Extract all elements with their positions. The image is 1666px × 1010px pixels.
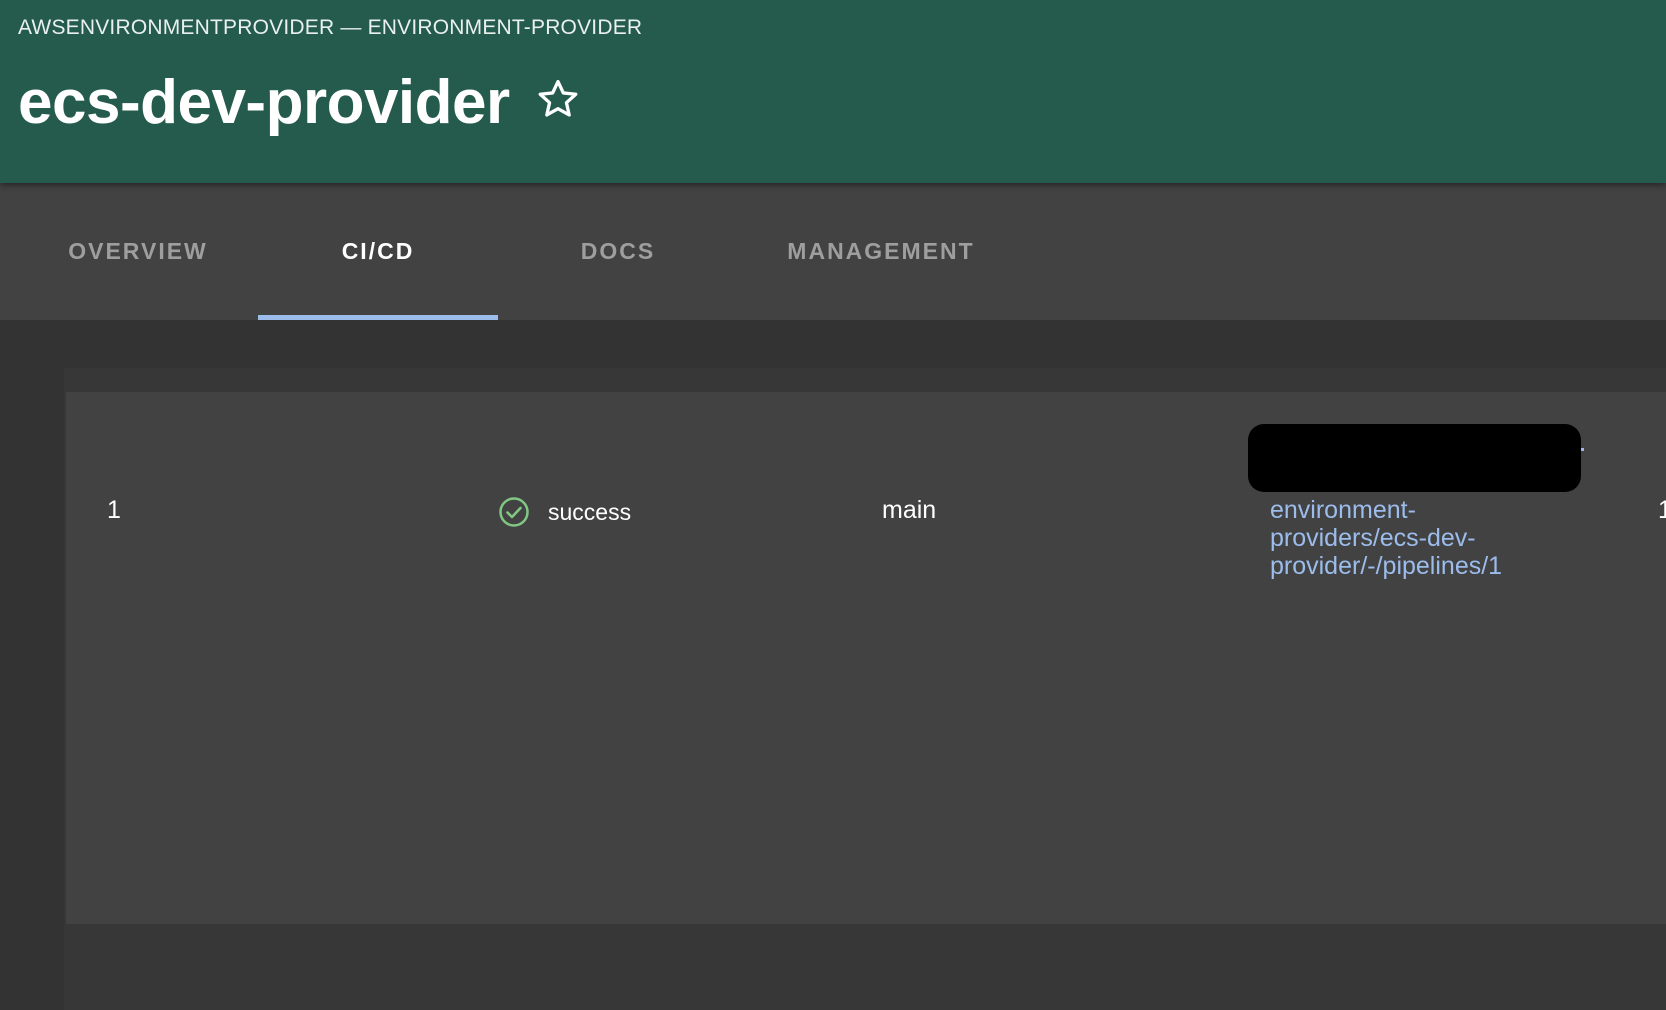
star-icon[interactable] [536,77,580,121]
check-circle-icon [498,496,530,528]
tab-overview[interactable]: OVERVIEW [48,183,228,320]
entity-header: AWSENVIRONMENTPROVIDER — ENVIRONMENT-PRO… [0,0,1666,183]
tab-bar: OVERVIEW CI/CD DOCS MANAGEMENT [0,183,1666,320]
redaction-box [1248,424,1581,492]
entity-kind-label: AWSENVIRONMENTPROVIDER — ENVIRONMENT-PRO… [18,16,643,39]
next-column-cell: 1 [1658,496,1666,524]
status-cell: success [498,496,631,528]
status-text: success [548,498,632,525]
title-row: ecs-dev-provider [18,62,580,142]
pipeline-id-cell: 1 [107,496,121,524]
page-title: ecs-dev-provider [18,67,510,137]
pipeline-web-url-link[interactable]: environment- providers/ecs-dev- provider… [1270,496,1570,580]
tab-management[interactable]: MANAGEMENT [766,183,996,320]
tab-docs[interactable]: DOCS [528,183,708,320]
tab-ci-cd[interactable]: CI/CD [258,183,498,320]
branch-cell: main [882,496,937,524]
